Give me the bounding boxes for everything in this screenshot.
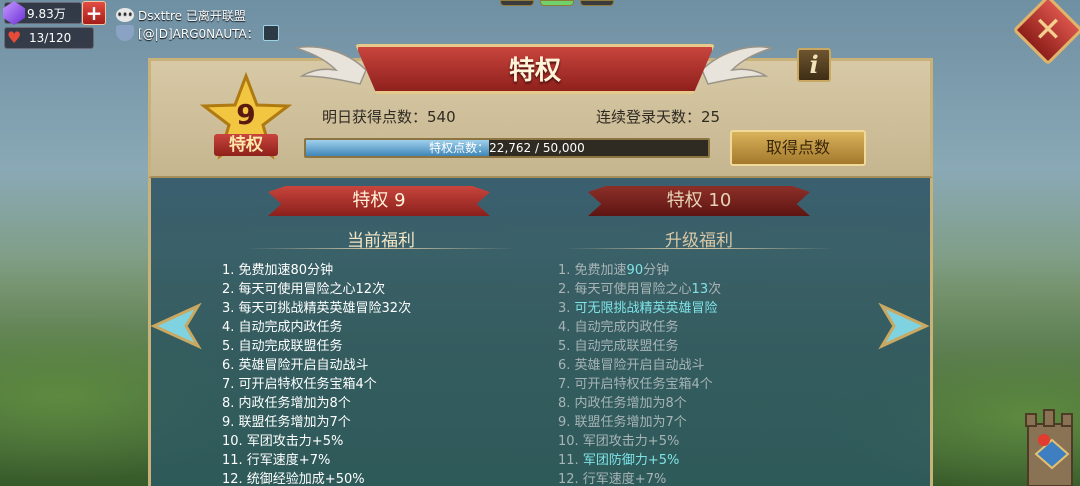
list-item: 1. 免费加速90分钟 <box>558 261 721 280</box>
list-item: 5. 自动完成联盟任务 <box>558 337 721 356</box>
list-item: 7. 可开启特权任务宝箱4个 <box>558 375 721 394</box>
close-icon[interactable]: ✕ <box>1023 5 1073 55</box>
arrow-right-icon[interactable] <box>876 300 930 352</box>
list-item: 7. 可开启特权任务宝箱4个 <box>222 377 377 392</box>
gem-amount: 9.83万 <box>27 6 66 21</box>
current-benefits-list: 1. 免费加速80分钟 2. 每天可使用冒险之心12次 3. 每天可挑战精英英雄冒险… <box>222 261 411 486</box>
upgrade-benefits-list: 1. 免费加速90分钟 2. 每天可使用冒险之心13次 3. 可无限挑战精英英雄冒险… <box>558 261 721 486</box>
list-item: 11. 军团防御力+5% <box>558 451 721 470</box>
item-text: 次 <box>708 282 722 297</box>
vip-level: 9 <box>236 98 256 131</box>
list-item: 8. 内政任务增加为8个 <box>558 394 721 413</box>
gem-counter: 9.83万 <box>3 1 82 25</box>
add-icon: + <box>85 1 103 25</box>
page-indicator <box>500 0 614 6</box>
item-highlight: 军团防御力+5% <box>582 453 680 468</box>
list-item: 3. 可无限挑战精英英雄冒险 <box>558 299 721 318</box>
list-item: 4. 自动完成内政任务 <box>222 320 343 335</box>
item-highlight: 可无限挑战精英英雄冒险 <box>574 301 718 316</box>
current-level-banner: 特权 9 <box>268 186 490 216</box>
chat-icon: ••• <box>116 8 134 22</box>
gem-icon <box>3 1 25 25</box>
item-text: 分钟 <box>643 263 670 278</box>
list-item: 10. 军团攻击力+5% <box>558 432 721 451</box>
chat-line: ••• Dsxttre 已离开联盟 <box>116 6 279 24</box>
list-item: 1. 免费加速80分钟 <box>222 263 334 278</box>
stamina-amount: 13/120 <box>29 31 72 45</box>
progress-text: 特权点数：22,762 / 50,000 <box>429 141 585 155</box>
item-text: 10. 军团攻击力+5% <box>558 434 680 449</box>
item-text: 8. 内政任务增加为8个 <box>558 396 687 411</box>
list-item: 10. 军团攻击力+5% <box>222 434 344 449</box>
get-points-button[interactable]: 取得点数 <box>730 130 866 166</box>
list-item: 2. 每天可使用冒险之心12次 <box>222 282 386 297</box>
list-item: 6. 英雄冒险开启自动战斗 <box>558 356 721 375</box>
item-text: 2. 每天可使用冒险之心 <box>558 282 692 297</box>
chat-sender: [@|D]ARG0NAUTA： <box>138 26 259 41</box>
arrow-left-icon[interactable] <box>150 300 204 352</box>
stamina-counter: ♥ 13/120 <box>4 27 94 49</box>
info-button[interactable]: i <box>797 48 831 82</box>
info-icon: i <box>809 50 819 79</box>
item-text: 5. 自动完成联盟任务 <box>558 339 679 354</box>
list-item: 5. 自动完成联盟任务 <box>222 339 343 354</box>
item-text: 3. <box>558 301 575 316</box>
next-level-banner: 特权 10 <box>588 186 810 216</box>
divider <box>564 248 834 249</box>
list-item: 8. 内政任务增加为8个 <box>222 396 351 411</box>
list-item: 9. 联盟任务增加为7个 <box>558 413 721 432</box>
page-dot <box>580 0 614 6</box>
list-item: 4. 自动完成内政任务 <box>558 318 721 337</box>
item-highlight: 90 <box>626 263 644 278</box>
list-item: 2. 每天可使用冒险之心13次 <box>558 280 721 299</box>
chat-line: [@|D]ARG0NAUTA： <box>116 24 279 42</box>
list-item: 9. 联盟任务增加为7个 <box>222 415 351 430</box>
page-dot <box>500 0 534 6</box>
list-item: 12. 行军速度+7% <box>558 470 721 486</box>
list-item: 12. 统御经验加成+50% <box>222 472 365 486</box>
login-days: 连续登录天数：25 <box>596 108 721 126</box>
alliance-icon <box>116 25 134 41</box>
item-text: 7. 可开启特权任务宝箱4个 <box>558 377 713 392</box>
item-text: 9. 联盟任务增加为7个 <box>558 415 687 430</box>
vip-label: 特权 <box>214 134 278 156</box>
list-item: 6. 英雄冒险开启自动战斗 <box>222 358 369 373</box>
avatar <box>262 25 279 41</box>
chat-message: Dsxttre 已离开联盟 <box>138 8 246 23</box>
list-item: 3. 每天可挑战精英英雄冒险32次 <box>222 301 412 316</box>
chat-ticker[interactable]: ••• Dsxttre 已离开联盟 [@|D]ARG0NAUTA： <box>116 6 279 42</box>
castle-icon[interactable] <box>1018 404 1080 486</box>
item-text: 12. 行军速度+7% <box>558 472 667 486</box>
add-gems-button[interactable]: + <box>82 1 106 25</box>
page-dot-active <box>540 0 574 6</box>
item-text: 6. 英雄冒险开启自动战斗 <box>558 358 705 373</box>
tomorrow-points: 明日获得点数：540 <box>322 108 456 126</box>
item-text: 11. <box>558 453 583 468</box>
page-title: 特权 <box>508 56 561 86</box>
item-text: 4. 自动完成内政任务 <box>558 320 679 335</box>
item-highlight: 13 <box>691 282 709 297</box>
item-text: 1. 免费加速 <box>558 263 627 278</box>
heart-icon: ♥ <box>7 28 22 47</box>
list-item: 11. 行军速度+7% <box>222 453 331 468</box>
divider <box>246 248 516 249</box>
